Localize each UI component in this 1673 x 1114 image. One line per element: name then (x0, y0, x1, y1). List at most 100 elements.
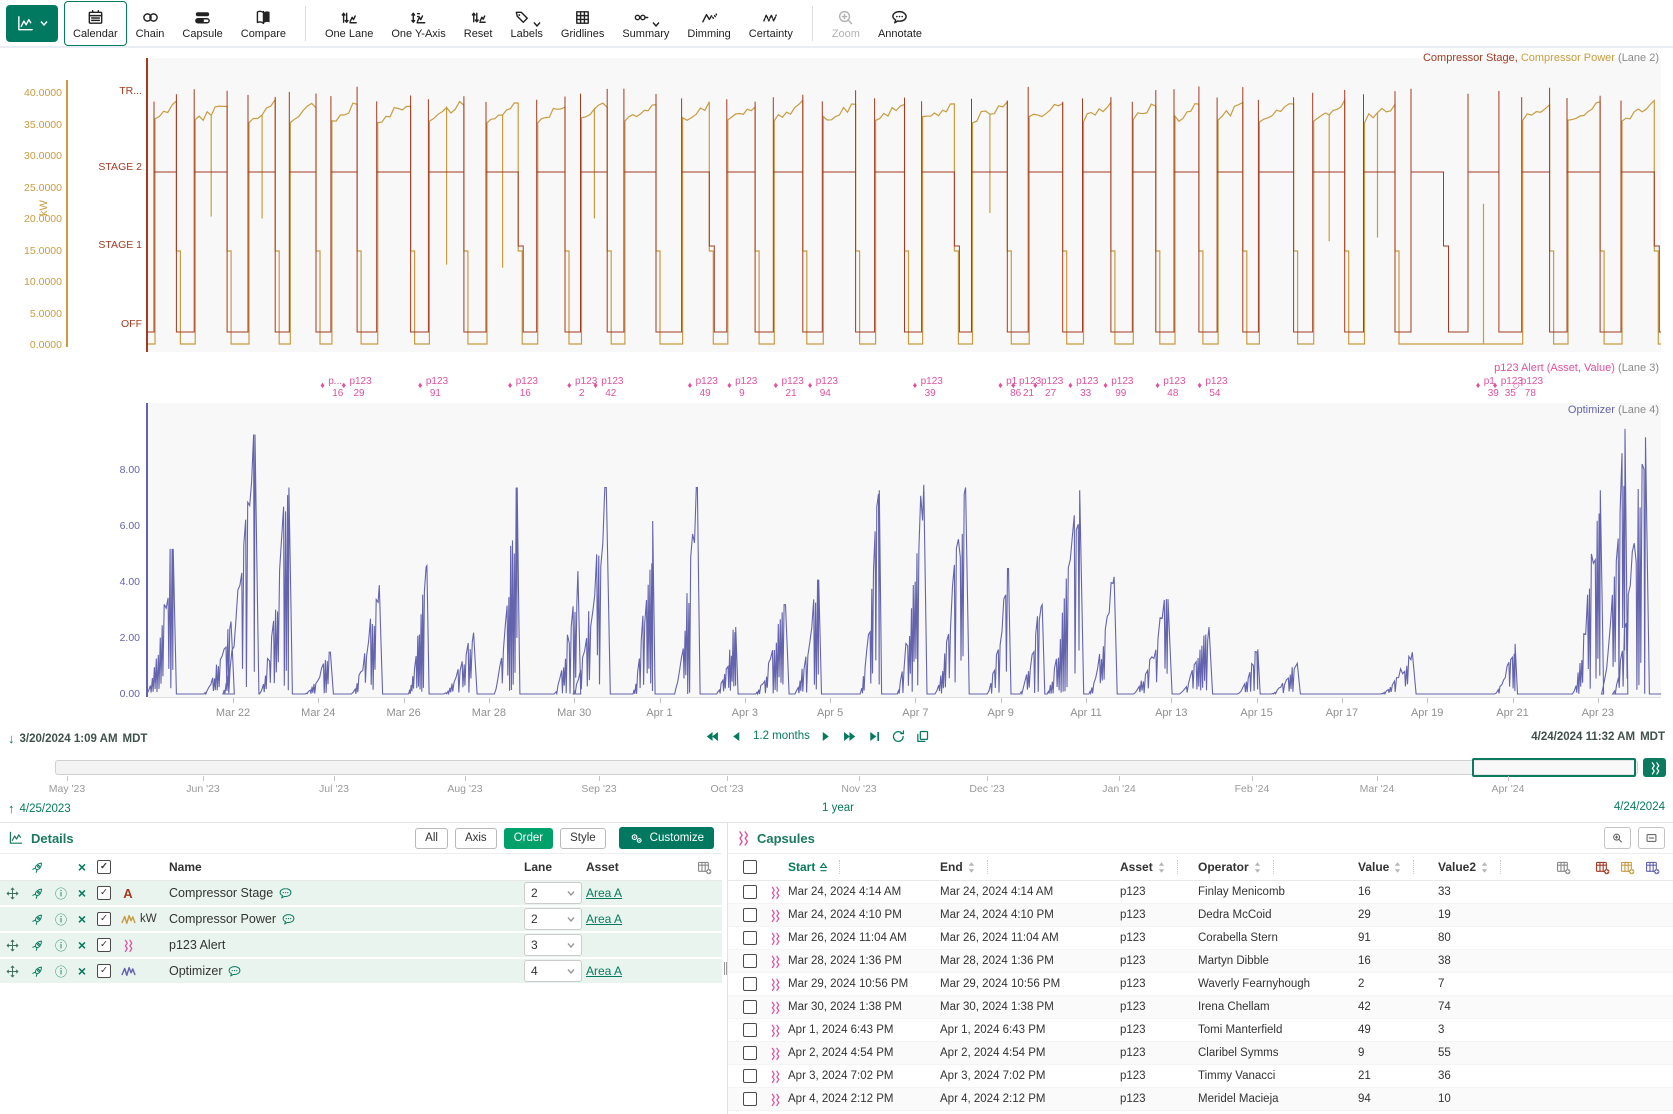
comment-icon[interactable] (278, 886, 293, 901)
rocket-icon[interactable] (30, 912, 45, 927)
asset-link[interactable]: Area A (586, 912, 622, 926)
legend-compressor-stage[interactable]: Compressor Stage (1423, 52, 1515, 64)
capsule-row[interactable]: Mar 24, 2024 4:14 AM Mar 24, 2024 4:14 A… (728, 881, 1673, 904)
alert-capsule-marker[interactable]: ♦p12342 (597, 376, 643, 406)
zoom-to-capsule-button[interactable] (1604, 827, 1631, 849)
select-all-checkbox[interactable] (743, 860, 757, 874)
pan-far-right-button[interactable] (843, 729, 858, 743)
remove-icon[interactable]: × (72, 911, 92, 927)
details-row[interactable]: ⓘ × ✓ kW Compressor Power 2 Area A (0, 907, 722, 933)
row-checkbox[interactable]: ✓ (97, 912, 111, 926)
alert-capsule-marker[interactable]: ♦p1239 (731, 376, 777, 406)
toolbar-button-gridlines[interactable]: Gridlines (552, 1, 613, 46)
row-checkbox[interactable] (743, 1023, 757, 1037)
lane-select[interactable]: 2 (524, 882, 582, 904)
capsule-row[interactable]: Apr 3, 2024 7:02 PM Apr 3, 2024 7:02 PM … (728, 1065, 1673, 1088)
toolbar-button-summary[interactable]: Summary (613, 1, 678, 46)
select-all-checkbox[interactable]: ✓ (97, 860, 111, 874)
lane2-plot[interactable] (148, 58, 1661, 352)
column-header-value2[interactable]: Value2 (1438, 860, 1528, 874)
trend-view-select-button[interactable] (6, 5, 58, 42)
toolbar-button-one-y-axis[interactable]: One Y-Axis (382, 1, 454, 46)
customize-button[interactable]: Customize (619, 827, 714, 849)
capsule-row[interactable]: Apr 2, 2024 4:54 PM Apr 2, 2024 4:54 PM … (728, 1042, 1673, 1065)
investigate-range-end[interactable]: 4/24/2024 (1614, 801, 1665, 813)
legend-compressor-power[interactable]: Compressor Power (1521, 52, 1615, 64)
capsule-row[interactable]: Mar 26, 2024 11:04 AM Mar 26, 2024 11:04… (728, 927, 1673, 950)
row-checkbox[interactable]: ✓ (97, 964, 111, 978)
row-checkbox[interactable] (743, 908, 757, 922)
remove-icon[interactable]: × (72, 885, 92, 901)
details-filter-style[interactable]: Style (560, 828, 606, 849)
rocket-icon[interactable] (30, 964, 45, 979)
remove-all-icon[interactable]: × (72, 859, 92, 875)
capsule-row[interactable]: Apr 4, 2024 2:12 PM Apr 4, 2024 2:12 PM … (728, 1088, 1673, 1111)
alert-capsule-marker[interactable]: ◇p12378 (1517, 376, 1563, 406)
column-header-value[interactable]: Value (1358, 860, 1438, 874)
alert-capsule-marker[interactable]: ♦p12329 (345, 376, 391, 406)
move-handle-icon[interactable] (5, 938, 20, 953)
timebar-selected-region[interactable] (1472, 758, 1636, 777)
display-range-start[interactable]: ↓ 3/20/2024 1:09 AMMDT (8, 731, 147, 746)
toolbar-button-reset[interactable]: Reset (455, 1, 502, 46)
add-optimizer-column-icon[interactable] (1644, 859, 1661, 876)
asset-link[interactable]: Area A (586, 886, 622, 900)
alert-capsule-marker[interactable]: ♦p12394 (812, 376, 858, 406)
go-to-end-button[interactable] (867, 729, 882, 743)
add-power-column-icon[interactable] (1619, 859, 1636, 876)
row-checkbox[interactable] (743, 977, 757, 991)
collapse-panel-button[interactable] (1638, 827, 1665, 849)
lane-select[interactable]: 4 (524, 960, 582, 982)
lane4-plot[interactable] (148, 403, 1661, 697)
column-grip[interactable] (1273, 860, 1274, 874)
copy-range-button[interactable] (915, 729, 930, 743)
column-grip[interactable] (839, 860, 840, 874)
details-row[interactable]: ⓘ × ✓ Optimizer 4 Area A (0, 959, 722, 985)
toolbar-button-calendar[interactable]: Calendar (64, 1, 127, 46)
column-grip[interactable] (1177, 860, 1178, 874)
investigate-range-start[interactable]: ↑ 4/25/2023 (8, 801, 71, 816)
investigate-range-duration[interactable]: 1 year (753, 802, 923, 814)
details-filter-all[interactable]: All (415, 828, 448, 849)
alert-capsule-marker[interactable]: ♦p12354 (1201, 376, 1247, 406)
alert-capsule-marker[interactable]: ♦p12391 (422, 376, 468, 406)
column-header-start[interactable]: Start (788, 860, 940, 874)
add-column-icon[interactable] (1555, 859, 1572, 876)
rocket-icon[interactable] (30, 886, 45, 901)
investigate-timebar[interactable] (55, 760, 1638, 775)
row-checkbox[interactable] (743, 1092, 757, 1106)
lane-select[interactable]: 2 (524, 908, 582, 930)
timebar-drag-handle-icon[interactable] (1643, 758, 1666, 777)
asset-link[interactable]: Area A (586, 964, 622, 978)
info-icon[interactable]: ⓘ (50, 911, 72, 928)
toolbar-button-chain[interactable]: Chain (127, 1, 174, 46)
toolbar-button-annotate[interactable]: Annotate (869, 1, 931, 46)
details-row[interactable]: ⓘ × ✓ p123 Alert 3 (0, 933, 722, 959)
alert-capsule-marker[interactable]: ♦p12316 (512, 376, 558, 406)
rocket-icon[interactable] (30, 860, 45, 875)
pan-right-button[interactable] (819, 729, 834, 743)
move-handle-icon[interactable] (5, 964, 20, 979)
column-header-asset[interactable]: Asset (1120, 860, 1198, 874)
details-filter-order[interactable]: Order (504, 828, 553, 849)
auto-update-button[interactable] (891, 729, 906, 743)
capsule-row[interactable]: Mar 28, 2024 1:36 PM Mar 28, 2024 1:36 P… (728, 950, 1673, 973)
row-checkbox[interactable] (743, 1046, 757, 1060)
toolbar-button-capsule[interactable]: Capsule (173, 1, 231, 46)
remove-icon[interactable]: × (72, 937, 92, 953)
toolbar-button-zoom[interactable]: Zoom (823, 1, 869, 46)
alert-capsule-marker[interactable]: ♦p12339 (917, 376, 963, 406)
row-checkbox[interactable] (743, 931, 757, 945)
column-grip[interactable] (987, 860, 988, 874)
toolbar-button-labels[interactable]: Labels (502, 1, 552, 46)
capsule-row[interactable]: Mar 30, 2024 1:38 PM Mar 30, 2024 1:38 P… (728, 996, 1673, 1019)
comment-icon[interactable] (281, 912, 296, 927)
pan-left-button[interactable] (729, 729, 744, 743)
lane-select[interactable]: 3 (524, 934, 582, 956)
capsule-row[interactable]: Mar 29, 2024 10:56 PM Mar 29, 2024 10:56… (728, 973, 1673, 996)
display-range-duration[interactable]: 1.2 months (753, 730, 810, 742)
toolbar-button-dimming[interactable]: Dimming (678, 1, 739, 46)
column-grip[interactable] (1413, 860, 1414, 874)
toolbar-button-one-lane[interactable]: One Lane (316, 1, 382, 46)
add-column-icon[interactable] (696, 859, 713, 876)
